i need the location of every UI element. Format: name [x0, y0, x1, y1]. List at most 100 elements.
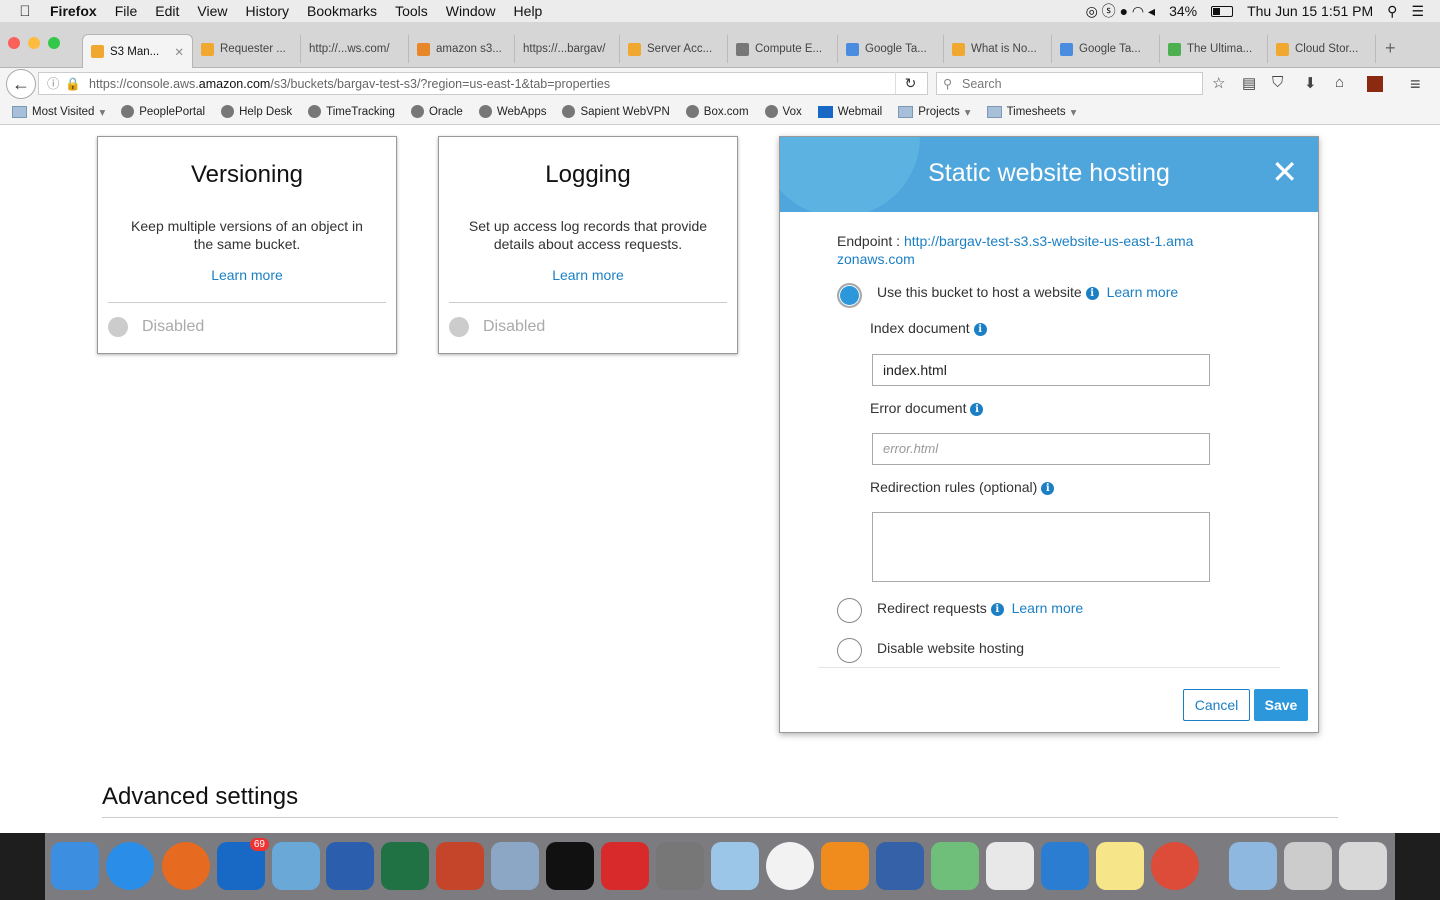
bookmark-oracle[interactable]: Oracle [410, 105, 463, 118]
dock-atom-icon[interactable] [931, 842, 979, 890]
tab[interactable]: Requester ... [193, 35, 301, 63]
new-tab-button[interactable]: + [1385, 38, 1396, 59]
extension-icon[interactable] [1367, 76, 1383, 92]
dock-word-icon[interactable] [326, 842, 374, 890]
info-icon[interactable]: i [990, 602, 1004, 616]
dock-ibooks-icon[interactable] [821, 842, 869, 890]
error-document-input[interactable]: error.html [872, 433, 1210, 465]
home-icon[interactable]: ⌂ [1335, 74, 1344, 91]
info-icon[interactable]: i [1041, 481, 1055, 495]
dock-maps-icon[interactable] [711, 842, 759, 890]
dock-git-client-icon[interactable] [601, 842, 649, 890]
learn-more-link[interactable]: Learn more [98, 267, 396, 283]
bookmark-help-desk[interactable]: Help Desk [221, 105, 292, 118]
menu-tools[interactable]: Tools [395, 3, 428, 19]
dock-preview-icon[interactable] [491, 842, 539, 890]
reading-list-icon[interactable]: ▤ [1242, 74, 1256, 92]
dock-finder-icon[interactable] [51, 842, 99, 890]
download-icon[interactable]: ⬇ [1304, 74, 1317, 92]
index-document-input[interactable]: index.html [872, 354, 1210, 386]
learn-more-link[interactable]: Learn more [439, 267, 737, 283]
bookmark-star-icon[interactable]: ☆ [1212, 74, 1225, 92]
dock-outlook-icon[interactable]: 69 [217, 838, 269, 890]
bookmark-vox[interactable]: Vox [764, 105, 802, 118]
info-icon[interactable]: ⓘ [47, 73, 60, 95]
card-versioning[interactable]: Versioning Keep multiple versions of an … [97, 136, 397, 354]
minimize-window-button[interactable] [28, 37, 40, 49]
tab[interactable]: What is No... [944, 35, 1052, 63]
radio-disable-hosting[interactable] [837, 638, 862, 663]
zoom-window-button[interactable] [48, 37, 60, 49]
close-window-button[interactable] [8, 37, 20, 49]
bookmark-timetracking[interactable]: TimeTracking [308, 105, 395, 118]
tab[interactable]: The Ultima... [1160, 35, 1268, 63]
pocket-icon[interactable]: ⛉ [1272, 74, 1283, 91]
info-icon[interactable]: i [970, 402, 984, 416]
tab[interactable]: Server Acc... [620, 35, 728, 63]
dock-notes-icon[interactable] [1096, 842, 1144, 890]
url-bar[interactable]: ⓘ 🔒 https://console.aws.amazon.com/s3/bu… [38, 72, 928, 95]
bookmark-webmail[interactable]: Webmail [817, 105, 882, 118]
dock-firefox-icon[interactable] [162, 842, 210, 890]
status-icons[interactable]: ◎ ⓢ ● ◠ ◂ [1086, 1, 1155, 21]
dock-powerpoint-icon[interactable] [436, 842, 484, 890]
redirect-option-label[interactable]: Redirect requests [877, 600, 987, 616]
bookmark-projects[interactable]: Projects ▾ [898, 105, 971, 119]
tab[interactable]: Compute E... [728, 35, 838, 63]
menu-file[interactable]: File [115, 3, 138, 19]
tab[interactable]: amazon s3... [409, 35, 515, 63]
bookmark-timesheets[interactable]: Timesheets ▾ [986, 105, 1076, 119]
notification-center-icon[interactable]: ☰ [1411, 3, 1424, 20]
save-button[interactable]: Save [1254, 689, 1308, 721]
menu-help[interactable]: Help [514, 3, 543, 19]
dock-documents-icon[interactable] [1284, 842, 1332, 890]
spotlight-icon[interactable]: ⚲ [1387, 3, 1397, 20]
dock-system-preferences-icon[interactable] [656, 842, 704, 890]
bookmark-sapient-webvpn[interactable]: Sapient WebVPN [562, 105, 670, 118]
menu-edit[interactable]: Edit [155, 3, 179, 19]
learn-more-link[interactable]: Learn more [1012, 600, 1084, 616]
redirection-rules-textarea[interactable] [872, 512, 1210, 582]
tab[interactable]: https://...bargav/ [515, 35, 620, 63]
tab[interactable]: Google Ta... [1052, 35, 1160, 63]
dock-photos-icon[interactable] [766, 842, 814, 890]
card-logging[interactable]: Logging Set up access log records that p… [438, 136, 738, 354]
learn-more-link[interactable]: Learn more [1107, 284, 1179, 300]
reload-button[interactable]: ↻ [895, 72, 925, 94]
menu-window[interactable]: Window [446, 3, 496, 19]
info-icon[interactable]: i [1085, 286, 1099, 300]
dock-terminal-icon[interactable] [546, 842, 594, 890]
cancel-button[interactable]: Cancel [1183, 689, 1250, 721]
dock-slack-icon[interactable] [986, 842, 1034, 890]
battery-percent[interactable]: 34% [1169, 3, 1197, 19]
close-icon[interactable]: ✕ [1271, 155, 1298, 189]
host-option-label[interactable]: Use this bucket to host a website [877, 284, 1082, 300]
bookmark-box-com[interactable]: Box.com [685, 105, 749, 118]
menu-history[interactable]: History [245, 3, 289, 19]
radio-host-website[interactable] [837, 283, 862, 308]
tab[interactable]: Cloud Stor... [1268, 35, 1376, 63]
search-input[interactable]: ⚲ Search [936, 72, 1203, 95]
dock-applications-folder-icon[interactable] [1229, 842, 1277, 890]
bookmark-most-visited[interactable]: Most Visited ▾ [12, 105, 105, 119]
apple-icon[interactable]:  [0, 3, 50, 20]
menu-app-name[interactable]: Firefox [50, 3, 97, 19]
dock-chrome-icon[interactable] [1151, 842, 1199, 890]
dock-safari-icon[interactable] [106, 842, 154, 890]
dock-lync-icon[interactable] [272, 842, 320, 890]
bookmark-webapps[interactable]: WebApps [478, 105, 546, 118]
tab[interactable]: Google Ta... [838, 35, 944, 63]
info-icon[interactable]: i [973, 322, 987, 336]
dock-vscode-icon[interactable] [1041, 842, 1089, 890]
bookmark-peopleportal[interactable]: PeoplePortal [121, 105, 205, 118]
radio-redirect-requests[interactable] [837, 598, 862, 623]
disable-option-label[interactable]: Disable website hosting [877, 640, 1024, 656]
tab[interactable]: http://...ws.com/ [301, 35, 409, 63]
clock[interactable]: Thu Jun 15 1:51 PM [1247, 3, 1373, 19]
dock-excel-icon[interactable] [381, 842, 429, 890]
tab[interactable]: S3 Man... ✕ [82, 34, 193, 68]
menu-bookmarks[interactable]: Bookmarks [307, 3, 377, 19]
dock-trash-icon[interactable] [1339, 842, 1387, 890]
menu-view[interactable]: View [197, 3, 227, 19]
close-tab-icon[interactable]: ✕ [174, 45, 184, 59]
